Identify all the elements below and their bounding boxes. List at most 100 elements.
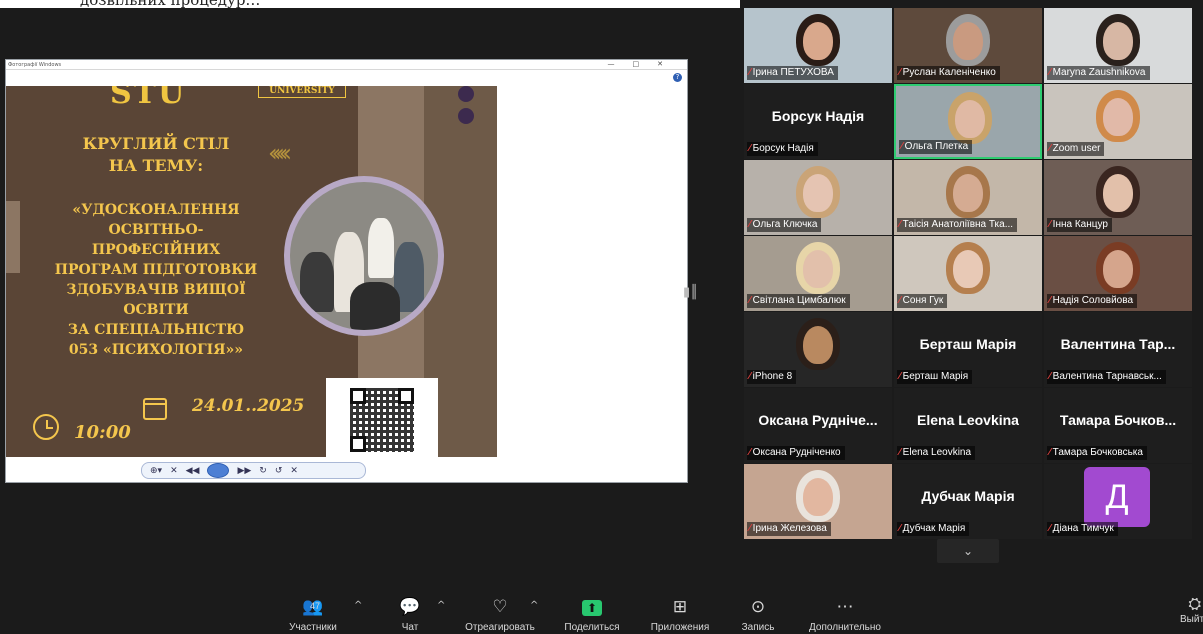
participant-tile[interactable]: Борсук Надія ⁄ Борсук Надія (744, 84, 892, 159)
record-button[interactable]: ⊙ Запись (734, 596, 782, 633)
participant-face (1103, 98, 1133, 136)
fit-icon[interactable]: ✕ (170, 466, 178, 476)
participants-button[interactable]: 👥 47 Участники (278, 596, 348, 633)
leave-icon: ⛭ (1188, 596, 1202, 613)
chat-label: Чат (401, 622, 419, 633)
participant-tile[interactable]: ⁄ Ірина ПЕТУХОВА (744, 8, 892, 83)
poster-dot (458, 108, 474, 124)
apps-label: Приложения (650, 622, 710, 633)
chat-caret-icon[interactable]: ^ (437, 600, 445, 611)
share-screen-button[interactable]: ⬆ Поделиться (558, 596, 626, 633)
participant-name: Ольга Плетка (904, 141, 969, 152)
participant-tile[interactable]: ⁄ Соня Гук (894, 236, 1042, 311)
participant-tile[interactable]: ⁄ Zoom user (1044, 84, 1192, 159)
participant-tile[interactable]: ⁄ Ольга Ключка (744, 160, 892, 235)
shared-window-titlebar: Фотографії Windows —□✕ (6, 60, 687, 70)
slideshow-button[interactable] (207, 463, 230, 478)
participant-tile[interactable]: ⁄ Maryna Zaushnikova (1044, 8, 1192, 83)
participant-name: Elena Leovkina (902, 447, 972, 458)
participant-tile[interactable]: Elena Leovkina ⁄ Elena Leovkina (894, 388, 1042, 463)
group-photo (290, 182, 438, 330)
participant-name-label: ⁄ Руслан Каленіченко (897, 66, 1000, 80)
participant-name-label: ⁄ Соня Гук (897, 294, 948, 308)
participant-tile[interactable]: Дубчак Марія ⁄ Дубчак Марія (894, 464, 1042, 539)
participant-name: iPhone 8 (752, 371, 793, 382)
poster-body-line: ОСВІТИ (123, 302, 189, 318)
mic-muted-icon: ⁄ (1049, 67, 1051, 78)
participant-tile[interactable]: ⁄ Таісія Анатоліївна Тка... (894, 160, 1042, 235)
participants-caret-icon[interactable]: ^ (354, 600, 362, 611)
participant-tile[interactable]: ⁄ iPhone 8 (744, 312, 892, 387)
participant-face (1103, 22, 1133, 60)
delete-icon[interactable]: ✕ (290, 466, 298, 476)
participant-face (1103, 250, 1133, 288)
participant-display-name: Дубчак Марія (921, 488, 1015, 504)
next-icon[interactable]: ▶▶ (237, 466, 251, 476)
participant-tile[interactable]: ⁄ Надія Соловйова (1044, 236, 1192, 311)
mic-muted-icon: ⁄ (749, 371, 751, 382)
meeting-toolbar: 👥 47 Участники ^ 💬 Чат ^ ♡ Отреагировать… (0, 590, 1203, 634)
participant-name: Соня Гук (902, 295, 944, 306)
mic-muted-icon: ⁄ (749, 143, 751, 154)
participant-name-label: ⁄ Ольга Плетка (899, 140, 973, 154)
participant-tile[interactable]: Валентина Тар... ⁄ Валентина Тарнавськ... (1044, 312, 1192, 387)
participant-face (803, 326, 833, 364)
participant-tile[interactable]: Д ⁄ Діана Тимчук (1044, 464, 1192, 539)
chat-button[interactable]: 💬 Чат (390, 596, 430, 633)
participant-name: Zoom user (1052, 143, 1101, 154)
participant-face (953, 174, 983, 212)
participant-face (953, 22, 983, 60)
participant-name: Дубчак Марія (902, 523, 966, 534)
participant-face (803, 478, 833, 516)
participant-tile[interactable]: Тамара Бочков... ⁄ Тамара Бочковська (1044, 388, 1192, 463)
participant-name-label: ⁄ Таісія Анатоліївна Тка... (897, 218, 1018, 232)
mic-muted-icon: ⁄ (1049, 143, 1051, 154)
leave-button[interactable]: ⛭ Выйти (1180, 596, 1203, 625)
participant-name: Оксана Рудніченко (752, 447, 841, 458)
rotate-ccw-icon[interactable]: ↺ (275, 466, 283, 476)
rotate-cw-icon[interactable]: ↻ (259, 466, 267, 476)
apps-button[interactable]: ⊞ Приложения (642, 596, 718, 633)
participant-tile[interactable]: ⁄ Інна Канцур (1044, 160, 1192, 235)
clock-icon (33, 414, 59, 440)
participant-tile[interactable]: ⁄ Ольга Плетка (894, 84, 1042, 159)
mic-muted-icon: ⁄ (901, 141, 903, 152)
mic-muted-icon: ⁄ (749, 219, 751, 230)
event-poster: STU UNIVERSITY ‹‹‹‹‹ КРУГЛИЙ СТІЛ НА ТЕМ… (6, 86, 497, 457)
participant-tile[interactable]: ⁄ Руслан Каленіченко (894, 8, 1042, 83)
maximize-icon: □ (632, 60, 658, 68)
record-icon: ⊙ (750, 597, 766, 616)
previous-icon[interactable]: ◀◀ (186, 466, 200, 476)
participant-name-label: ⁄ Діана Тимчук (1047, 522, 1118, 536)
participant-face (803, 22, 833, 60)
top-cropped-strip: дозвільних процедур… (0, 0, 740, 8)
participant-name: Валентина Тарнавськ... (1052, 371, 1162, 382)
gallery-scroll-down-button[interactable]: ⌄ (937, 539, 999, 563)
mic-muted-icon: ⁄ (899, 523, 901, 534)
shared-screen-window: Фотографії Windows —□✕ ? STU UNIVERSITY … (5, 59, 688, 483)
participant-name: Ірина ПЕТУХОВА (752, 67, 834, 78)
record-label: Запись (741, 622, 775, 633)
participant-display-name: Берташ Марія (919, 336, 1017, 352)
poster-body-line: ЗА СПЕЦІАЛЬНІСТЮ (67, 322, 245, 338)
participant-tile[interactable]: Берташ Марія ⁄ Берташ Марія (894, 312, 1042, 387)
participant-tile[interactable]: Оксана Рудніче... ⁄ Оксана Рудніченко (744, 388, 892, 463)
more-icon: ⋯ (836, 597, 854, 616)
poster-body-line: ПРОГРАМ ПІДГОТОВКИ (54, 262, 258, 278)
shared-window-title: Фотографії Windows (8, 62, 62, 68)
participant-name-label: ⁄ iPhone 8 (747, 370, 797, 384)
more-button[interactable]: ⋯ Дополнительно (798, 596, 892, 633)
participant-tile[interactable]: ⁄ Світлана Цимбалюк (744, 236, 892, 311)
split-resize-handle[interactable]: ▮║ (683, 285, 698, 303)
participant-face (803, 174, 833, 212)
participant-name: Maryna Zaushnikova (1052, 67, 1146, 78)
participant-name: Борсук Надія (752, 143, 814, 154)
zoom-icon[interactable]: ⊕▾ (150, 466, 162, 476)
participant-display-name: Elena Leovkina (917, 412, 1019, 428)
poster-body-line: ОСВІТНЬО- (108, 222, 204, 238)
participant-face (953, 250, 983, 288)
participant-name-label: ⁄ Ірина ПЕТУХОВА (747, 66, 838, 80)
participant-tile[interactable]: ⁄ Ірина Железова (744, 464, 892, 539)
poster-title-line1: КРУГЛИЙ СТІЛ (82, 134, 230, 153)
react-caret-icon[interactable]: ^ (530, 600, 538, 611)
